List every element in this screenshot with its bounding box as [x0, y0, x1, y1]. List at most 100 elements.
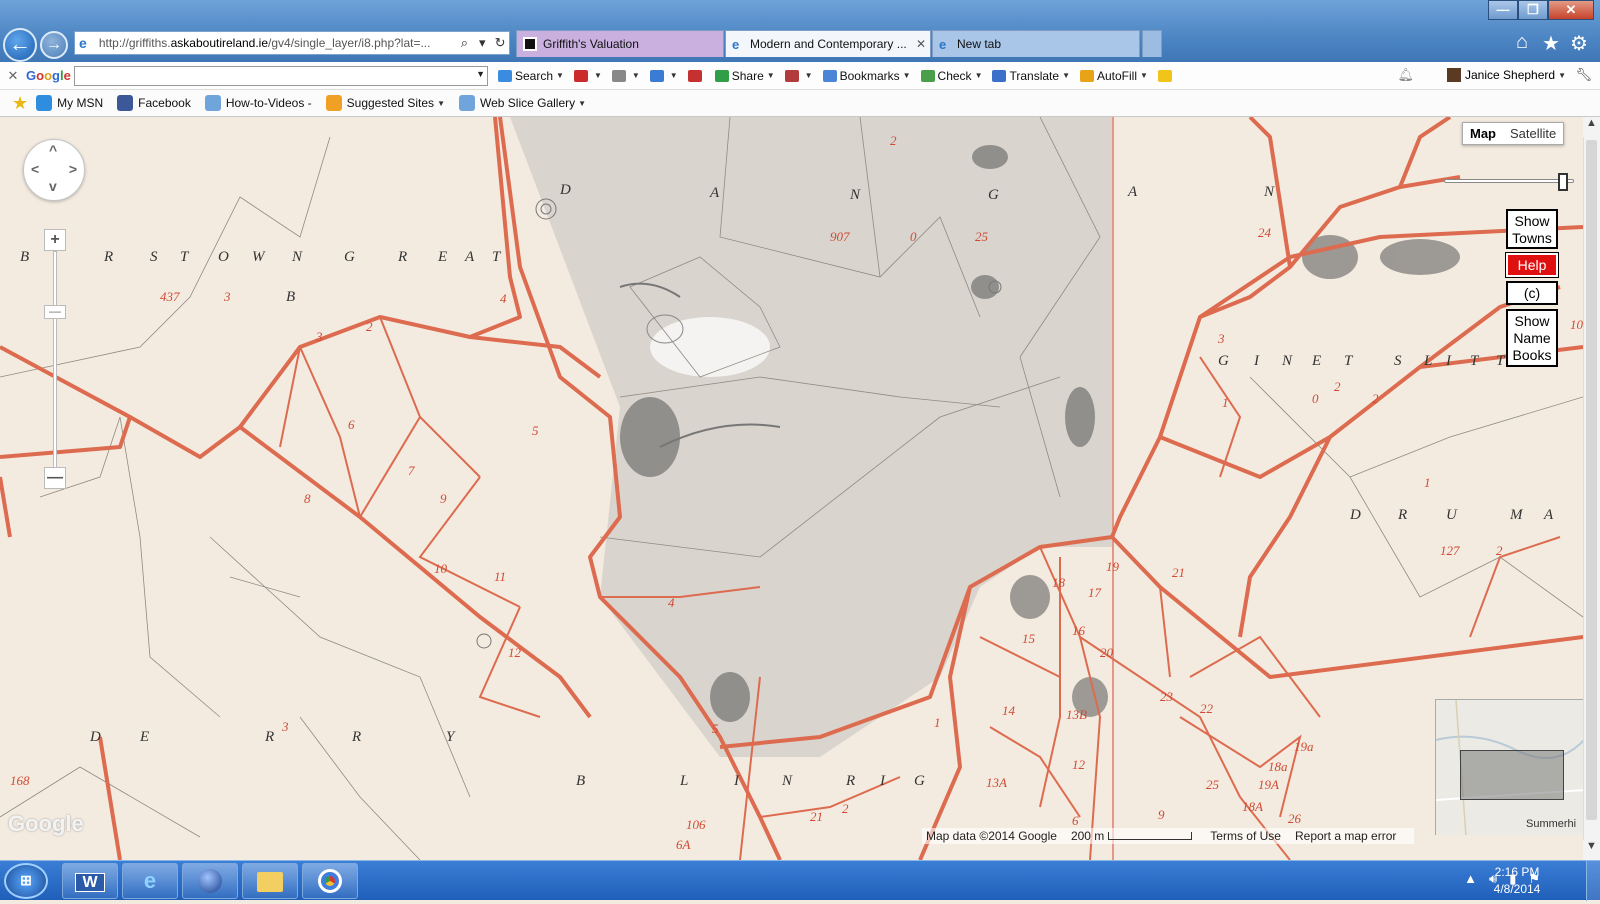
taskbar-windows-explorer[interactable] [242, 863, 298, 899]
favorites-star-icon[interactable]: ★ [1542, 31, 1560, 56]
forward-button[interactable]: → [40, 31, 68, 59]
pan-left-icon[interactable]: < [31, 161, 39, 177]
fav-suggested-sites[interactable]: Suggested Sites ▼ [325, 95, 445, 111]
zoom-out-button[interactable]: — [44, 467, 66, 489]
scroll-up-button[interactable]: ▲ [1583, 117, 1600, 137]
map-label: R [846, 773, 857, 789]
gear-icon[interactable]: ⚙ [1570, 31, 1588, 56]
toolbar-autofill-button[interactable]: AutoFill ▼ [1079, 69, 1148, 83]
map-type-satellite-button[interactable]: Satellite [1503, 123, 1564, 144]
avatar [1447, 68, 1461, 82]
toolbar-check-button[interactable]: Check ▼ [920, 68, 982, 83]
map-label: 0 [910, 229, 917, 244]
close-button[interactable]: ✕ [1548, 0, 1594, 20]
map-label: 10 [434, 561, 447, 576]
home-icon[interactable]: ⌂ [1516, 31, 1528, 54]
tab-close-icon[interactable]: ✕ [916, 37, 926, 51]
zoom-slider-track[interactable] [53, 251, 57, 487]
tab-griffiths-valuation[interactable]: Griffith's Valuation [516, 30, 724, 57]
map-label: I [880, 773, 886, 789]
toolbar-gmail-button[interactable] [687, 69, 705, 82]
map-label: 106 [686, 817, 706, 832]
map-label: 2 [1496, 543, 1503, 558]
overview-viewport-box[interactable] [1460, 750, 1564, 800]
tab-label: Modern and Contemporary ... [750, 37, 907, 51]
windows-taskbar: ⊞ W e ▲ 🔊︎ ▮ ⚑ 2:16 PM 4/8/2014 [0, 860, 1600, 901]
show-name-books-button[interactable]: Show Name Books [1506, 309, 1558, 367]
show-desktop-button[interactable] [1586, 861, 1600, 901]
new-tab-button[interactable] [1142, 30, 1162, 57]
item-label: Check [937, 68, 972, 83]
toolbar-youtube-button[interactable]: ▼ [573, 69, 602, 82]
map-type-map-button[interactable]: Map [1463, 123, 1503, 144]
address-bar[interactable]: e http://griffiths.askaboutireland.ie/gv… [74, 31, 510, 55]
map-attribution: Map data ©2014 Google [926, 829, 1057, 843]
maximize-button[interactable]: ❐ [1518, 0, 1548, 20]
google-search-input[interactable]: ▼ [74, 65, 488, 86]
copyright-button[interactable]: (c) [1506, 281, 1558, 305]
toolbar-plus-button[interactable]: ▼ [649, 69, 678, 82]
fav-facebook[interactable]: Facebook [117, 95, 191, 111]
toolbar-bookmarks-button[interactable]: Bookmarks ▼ [822, 69, 911, 83]
map-label: 23 [1160, 689, 1173, 704]
pan-down-icon[interactable]: v [49, 178, 57, 194]
toolbar-highlight-button[interactable] [1157, 69, 1175, 82]
chevron-down-icon[interactable]: ▼ [476, 69, 485, 79]
scrollbar-thumb[interactable] [1586, 140, 1597, 820]
map-label: 25 [975, 229, 988, 244]
help-button[interactable]: Help [1505, 252, 1559, 278]
scroll-down-button[interactable]: ▼ [1583, 840, 1600, 860]
start-button[interactable]: ⊞ [4, 863, 48, 899]
wrench-icon[interactable]: 🔧︎ [1575, 67, 1592, 83]
opacity-slider[interactable] [1444, 179, 1574, 183]
taskbar-clock[interactable]: 2:16 PM 4/8/2014 [1482, 864, 1552, 898]
zoom-in-button[interactable]: + [44, 229, 66, 251]
map-label: E [438, 249, 449, 265]
toolbar-block-button[interactable]: ▼ [784, 69, 813, 82]
opacity-slider-handle[interactable] [1558, 173, 1568, 191]
toolbar-pages-button[interactable]: ▼ [611, 69, 640, 82]
fav-web-slice-gallery[interactable]: Web Slice Gallery ▼ [458, 95, 586, 111]
zoom-slider-handle[interactable]: — [44, 305, 66, 319]
taskbar-word[interactable]: W [62, 863, 118, 899]
historical-map[interactable]: D A N G A 2 907 0 25 B R S T O W N G R E A T 437 3 B 4 2 3 6 5 7 9 8 10 1… [0, 117, 1583, 860]
toolbar-close-icon[interactable]: ✕ [0, 68, 26, 84]
terms-of-use-link[interactable]: Terms of Use [1210, 829, 1281, 843]
page-icon [611, 69, 626, 82]
show-towns-button[interactable]: Show Towns [1506, 209, 1558, 249]
overview-map[interactable]: Summerhi [1435, 699, 1583, 835]
fav-my-msn[interactable]: My MSN [36, 95, 103, 111]
back-button[interactable]: ← [3, 28, 37, 62]
taskbar-internet-explorer[interactable]: e [122, 863, 178, 899]
toolbar-share-button[interactable]: Share ▼ [714, 69, 775, 83]
pan-up-icon[interactable]: ^ [49, 142, 57, 158]
pan-control[interactable]: ^ < > v [23, 139, 85, 201]
map-label: 0 [1312, 391, 1319, 406]
dropdown-icon[interactable]: ▾ [473, 35, 491, 51]
tab-modern-contemporary[interactable]: e Modern and Contemporary ... ✕ [725, 30, 931, 57]
refresh-icon[interactable]: ↻ [491, 35, 509, 51]
taskbar-google-chrome[interactable] [302, 863, 358, 899]
address-url[interactable]: http://griffiths.askaboutireland.ie/gv4/… [99, 36, 456, 50]
map-label: 6 [1072, 813, 1079, 828]
map-label: 17 [1088, 585, 1101, 600]
user-account-menu[interactable]: Janice Shepherd ▼ [1447, 68, 1566, 82]
taskbar-google-earth[interactable] [182, 863, 238, 899]
mail-icon [687, 69, 702, 82]
minimize-button[interactable]: — [1488, 0, 1518, 20]
report-map-error-link[interactable]: Report a map error [1295, 829, 1396, 843]
facebook-icon [117, 95, 134, 111]
tab-new-tab[interactable]: e New tab [932, 30, 1140, 57]
pan-right-icon[interactable]: > [69, 161, 77, 177]
fav-how-to-videos[interactable]: How-to-Videos - [204, 95, 312, 111]
map-label: 11 [494, 569, 507, 584]
map-label: R [398, 249, 409, 265]
toolbar-search-button[interactable]: Search ▼ [498, 69, 564, 83]
search-icon[interactable]: ⌕ [456, 35, 474, 51]
highlighter-icon [1157, 69, 1172, 82]
show-hidden-icons-icon[interactable]: ▲ [1464, 871, 1477, 887]
toolbar-translate-button[interactable]: Translate ▼ [992, 69, 1070, 83]
favorites-star-icon[interactable]: ★ [12, 93, 28, 114]
map-label: A [465, 249, 476, 265]
bell-icon[interactable]: 🔔︎ [1397, 67, 1414, 83]
